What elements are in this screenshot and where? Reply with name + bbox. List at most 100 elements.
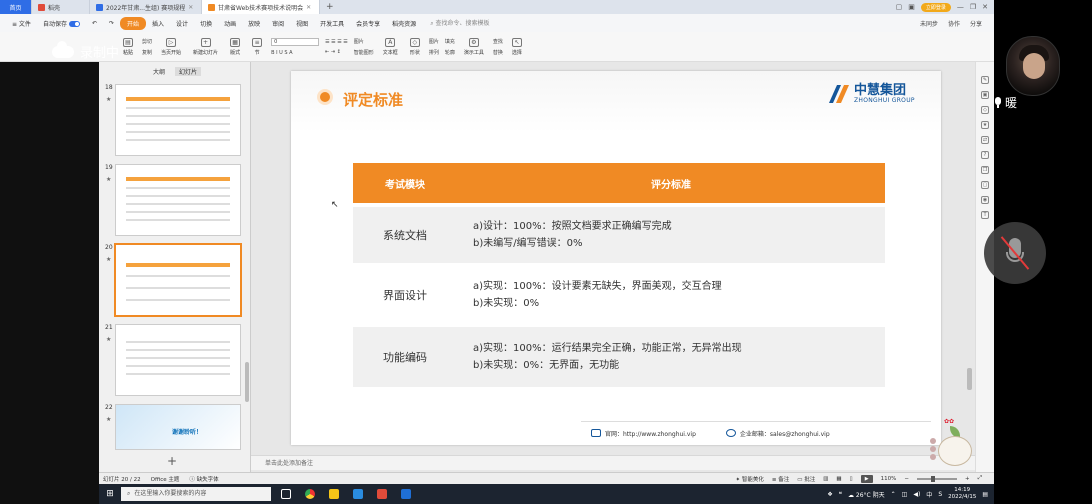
align-row[interactable]: ☰ ☰ ☰ ☰ — [325, 39, 348, 45]
participant-video[interactable] — [1006, 36, 1060, 96]
textbox-button[interactable]: A 文本框 — [380, 37, 401, 56]
sorter-view-icon[interactable]: ▦ — [836, 476, 841, 482]
frame-icon[interactable]: ▢ — [981, 181, 989, 189]
new-slide-button[interactable]: + 新建幻灯片 — [190, 37, 221, 56]
ime-indicator[interactable]: 中 — [926, 490, 932, 499]
tab-slides[interactable]: 幻灯片 — [175, 67, 202, 76]
font-style-row[interactable]: B I U S A — [271, 50, 319, 56]
paste-button[interactable]: ▤ 粘贴 — [120, 37, 136, 56]
windows-start-icon[interactable]: ⊞ — [99, 489, 121, 499]
close-icon[interactable]: ✕ — [306, 4, 311, 11]
text-icon[interactable]: T — [981, 211, 989, 219]
screen-icon[interactable]: ▢ — [896, 3, 903, 11]
weather-status[interactable]: ☁ 26°C 阴天 — [848, 490, 885, 499]
indent-row[interactable]: ⇤ ⇥ ↕ — [325, 49, 348, 55]
location-icon[interactable]: ◉ — [981, 196, 989, 204]
menu-developer[interactable]: 开发工具 — [314, 19, 350, 28]
maximize-icon[interactable]: ❐ — [970, 3, 976, 11]
mute-microphone-button[interactable] — [984, 222, 1046, 284]
tab-home[interactable]: 首页 — [0, 0, 32, 14]
canvas-scrollbar[interactable] — [967, 368, 972, 390]
vscode-icon[interactable] — [349, 487, 367, 501]
undo-icon[interactable]: ↶ — [86, 20, 103, 27]
notes-area[interactable]: 单击此处添加备注 — [251, 455, 975, 470]
menu-insert[interactable]: 插入 — [146, 19, 170, 28]
shape-button[interactable]: ◇ 形状 — [407, 37, 423, 56]
wps-icon[interactable] — [373, 487, 391, 501]
collaborate-button[interactable]: 协作 — [948, 19, 960, 28]
panel-scrollbar[interactable] — [245, 362, 249, 402]
autosave-toggle[interactable] — [68, 21, 80, 27]
menu-view[interactable]: 视图 — [290, 19, 314, 28]
outline-button[interactable]: 轮廓 — [445, 49, 455, 56]
menu-home[interactable]: 开始 — [120, 16, 147, 30]
new-tab-button[interactable]: + — [320, 2, 340, 12]
command-search[interactable]: ⌕ 查找命令、搜索模板 — [422, 18, 497, 28]
theme-name[interactable]: Office 主题 — [151, 475, 180, 483]
taskbar-search[interactable]: ⌕ 在这里输入你要搜索的内容 — [121, 487, 271, 501]
comments-toggle[interactable]: ▭ 批注 — [797, 475, 815, 483]
play-slideshow-icon[interactable]: ▶ — [860, 474, 873, 483]
picture-button[interactable]: 图片 — [429, 38, 439, 45]
login-button[interactable]: 立即登录 — [920, 2, 951, 12]
play-from-current-button[interactable]: ▷ 当页开始 — [158, 37, 184, 56]
select-button[interactable]: ↖ 选择 — [509, 37, 525, 56]
sync-status[interactable]: 未同步 — [920, 19, 938, 28]
arrange-button[interactable]: 排列 — [429, 49, 439, 56]
menu-design[interactable]: 设计 — [170, 19, 194, 28]
transition-icon[interactable]: ⇄ — [981, 136, 989, 144]
picture-link[interactable]: 图片 — [354, 38, 374, 45]
current-slide[interactable]: 评定标准 中慧集团 ZHONGHUI GROUP 考试模块 评分标准 系统文档 … — [291, 71, 941, 445]
menu-docer-resources[interactable]: 稻壳资源 — [386, 19, 422, 28]
tab-outline[interactable]: 大纲 — [153, 67, 165, 76]
tray-dropbox-icon[interactable]: ❖ — [827, 491, 832, 498]
replace-button[interactable]: 替换 — [493, 49, 503, 56]
redo-icon[interactable]: ↷ — [103, 20, 120, 27]
zoom-level[interactable]: 110% — [881, 476, 897, 482]
menu-autosave[interactable]: 自动保存 — [37, 19, 86, 28]
animation-icon[interactable]: ★ — [981, 121, 989, 129]
layout-button[interactable]: ▦ 版式 — [227, 37, 243, 56]
menu-animations[interactable]: 动画 — [218, 19, 242, 28]
tab-docer[interactable]: 稻壳 — [32, 0, 90, 14]
file-explorer-icon[interactable] — [325, 487, 343, 501]
menu-slideshow[interactable]: 放映 — [242, 19, 266, 28]
font-size-field[interactable]: 0 — [271, 37, 320, 46]
slide-thumbnail[interactable] — [115, 84, 241, 156]
slide-thumbnail[interactable] — [114, 243, 242, 317]
presentation-tools-button[interactable]: ⚙ 演示工具 — [461, 37, 487, 56]
fit-window-icon[interactable]: ⤢ — [978, 475, 982, 482]
menu-review[interactable]: 审阅 — [266, 19, 290, 28]
minimize-icon[interactable]: — — [957, 3, 964, 11]
section-button[interactable]: ≡ 节 — [249, 37, 265, 56]
zoom-slider[interactable] — [916, 475, 957, 482]
close-window-icon[interactable]: ✕ — [982, 3, 988, 11]
chrome-icon[interactable] — [301, 487, 319, 501]
tray-up-icon[interactable]: ⌃ — [891, 491, 896, 498]
menu-transitions[interactable]: 切换 — [194, 19, 218, 28]
scoring-table[interactable]: 考试模块 评分标准 系统文档 a)设计：100%：按照文档要求正确编写完成 b)… — [353, 163, 885, 387]
slide-thumbnail[interactable] — [115, 324, 241, 396]
cut-button[interactable]: 剪切 — [142, 38, 152, 45]
volume-icon[interactable]: ◀) — [913, 491, 920, 498]
help-icon[interactable]: ? — [981, 151, 989, 159]
zoom-slider-knob[interactable] — [930, 475, 935, 482]
menu-member[interactable]: 会员专享 — [350, 19, 386, 28]
menu-file[interactable]: ≡ 文件 — [6, 19, 37, 28]
notes-toggle[interactable]: ≡ 备注 — [772, 475, 789, 483]
fill-button[interactable]: 填充 — [445, 38, 455, 45]
reading-view-icon[interactable]: ▯ — [850, 476, 853, 482]
zoom-out-icon[interactable]: − — [904, 476, 909, 482]
notification-icon[interactable]: ▤ — [982, 491, 988, 498]
find-button[interactable]: 查找 — [493, 38, 503, 45]
slide-title[interactable]: 评定标准 — [343, 89, 403, 110]
share-button[interactable]: 分享 — [970, 19, 982, 28]
input-method-icon[interactable]: S — [938, 491, 942, 498]
add-slide-button[interactable]: + — [167, 454, 177, 468]
copy-button[interactable]: 复制 — [142, 49, 152, 56]
network-icon[interactable]: ◫ — [902, 491, 908, 498]
smartart-link[interactable]: 智能图形 — [354, 49, 374, 56]
missing-font-button[interactable]: ⓘ 缺失字体 — [189, 475, 218, 483]
slide-thumbnail[interactable] — [115, 164, 241, 236]
normal-view-icon[interactable]: ▥ — [823, 476, 828, 482]
